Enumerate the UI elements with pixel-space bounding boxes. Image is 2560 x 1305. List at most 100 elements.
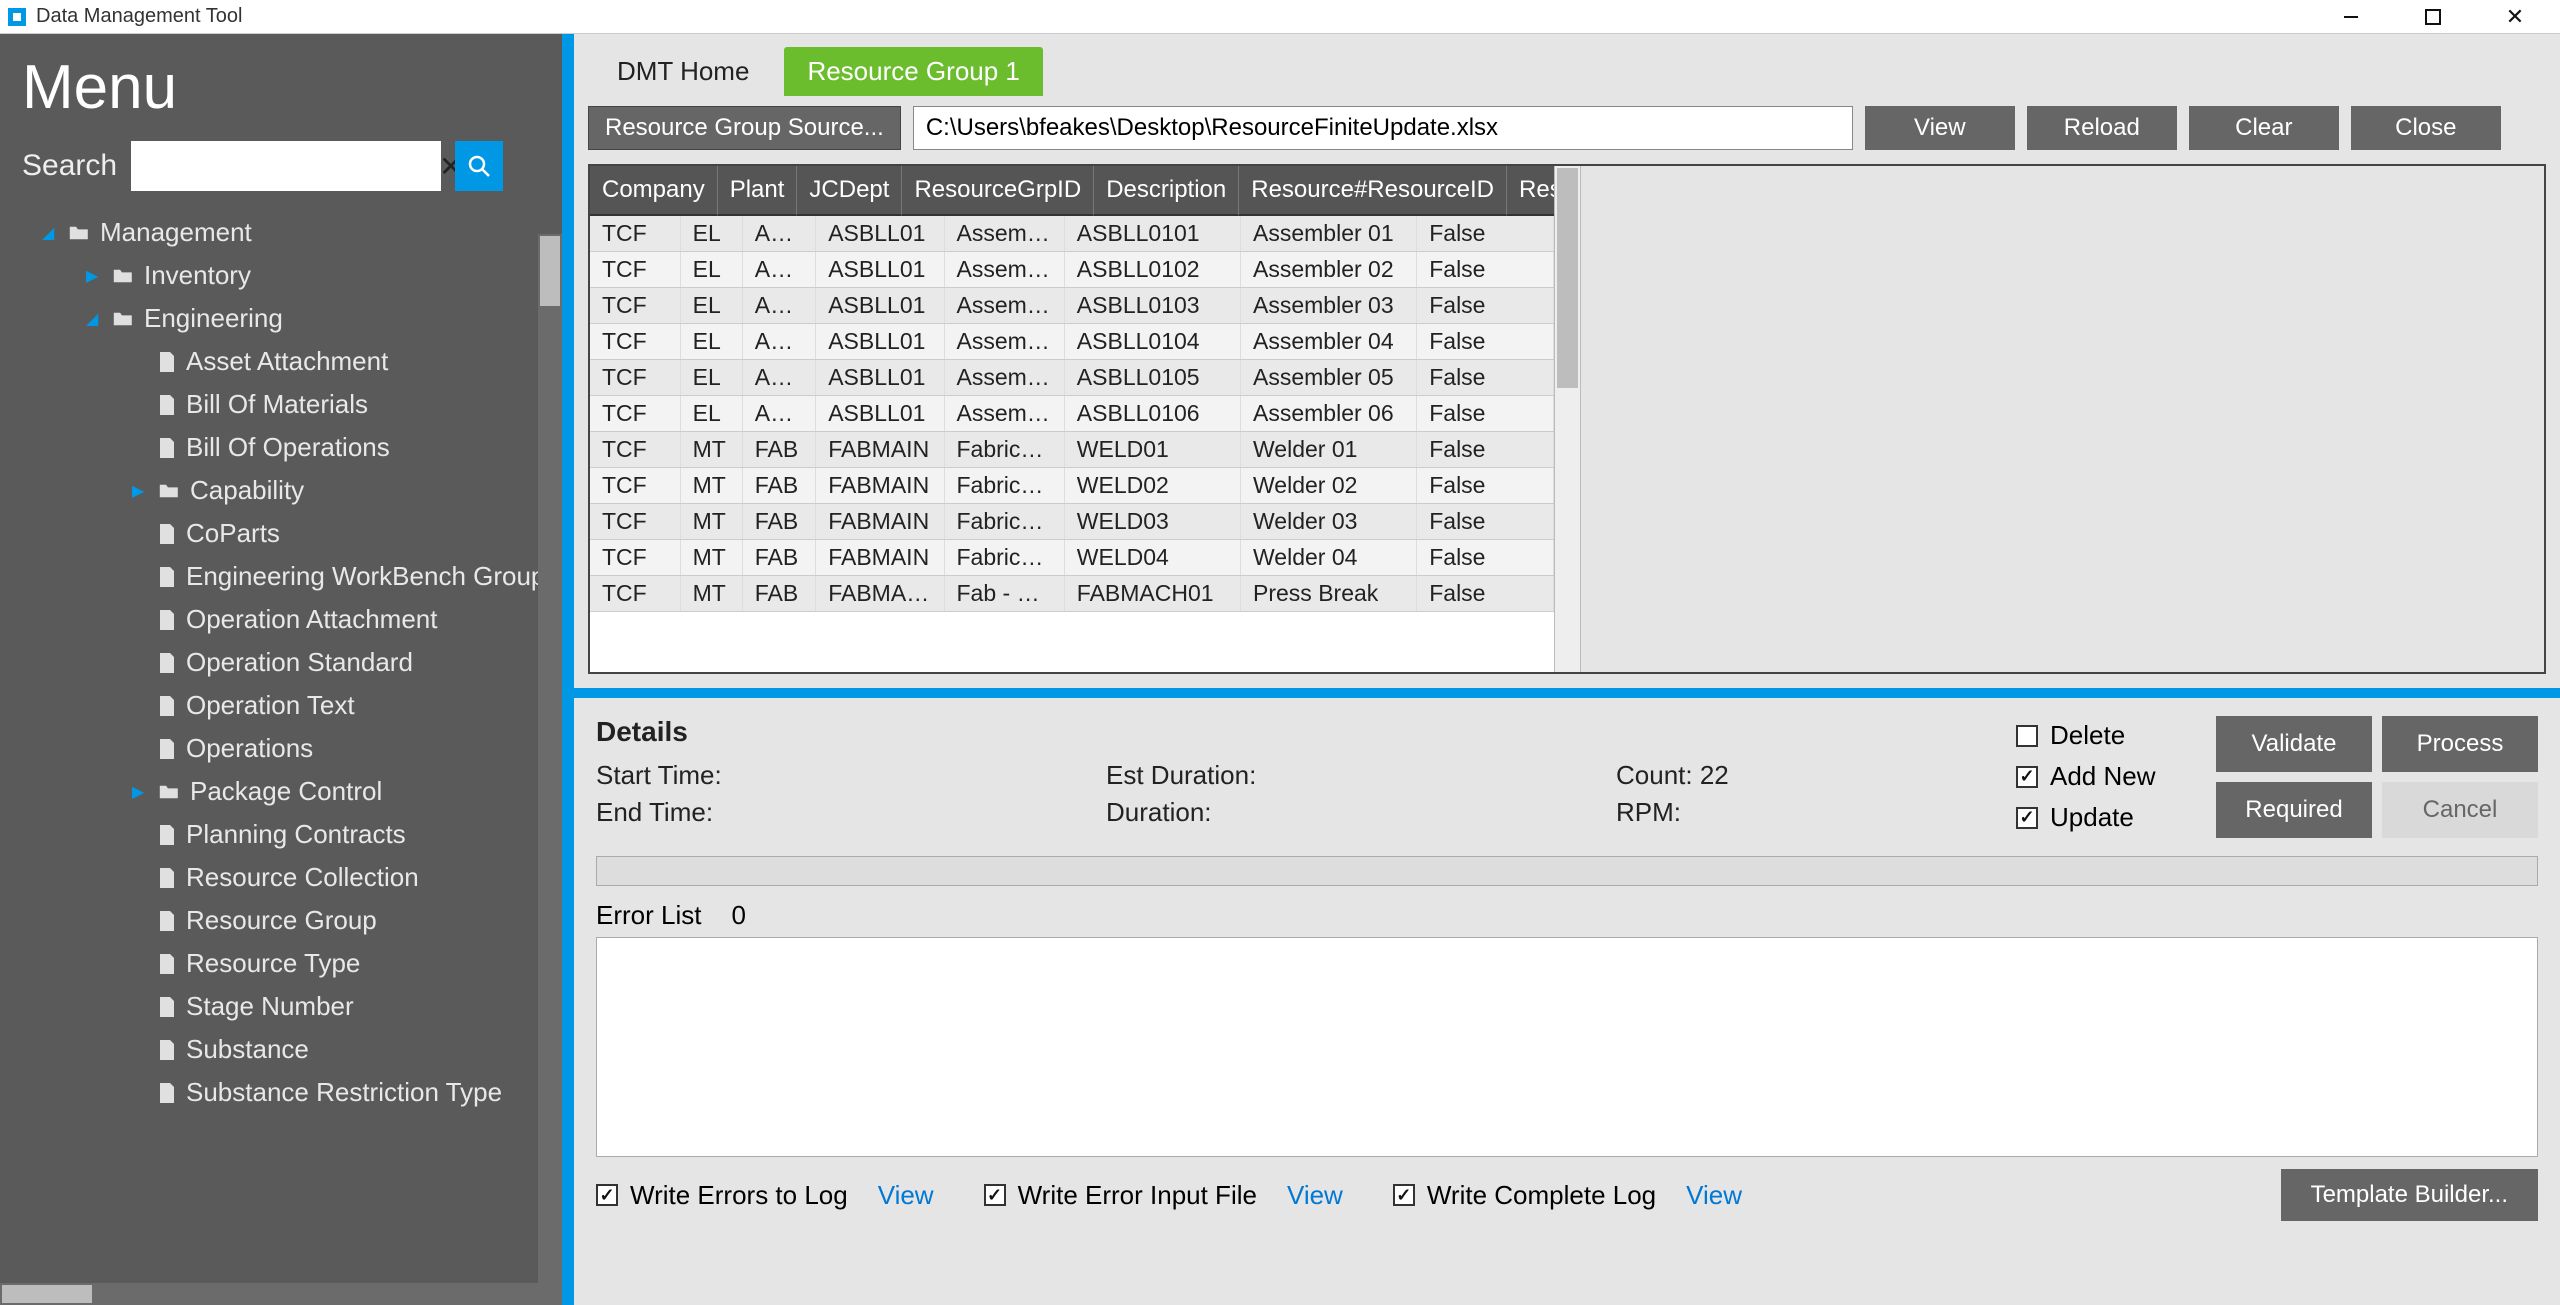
app-icon [8,8,26,26]
sidebar-vertical-scrollbar[interactable] [538,234,562,1285]
cell: TCF [590,540,681,575]
document-icon [158,652,176,674]
cell: TCF [590,468,681,503]
close-window-button[interactable]: ✕ [2492,1,2538,33]
tree-inventory[interactable]: ▶Inventory [24,254,562,297]
footer-bar: Write Errors to Log View Write Error Inp… [574,1157,2560,1233]
close-button[interactable]: Close [2351,106,2501,150]
search-box: ✕ [131,141,441,191]
table-row[interactable]: TCFELASSYASBLL01Assembly Line 01ASBLL010… [590,252,1554,288]
tree-item-operation-text[interactable]: ▶Operation Text [24,684,562,727]
cell: Fab - Machining [945,576,1065,611]
tree-item-operation-attachment[interactable]: ▶Operation Attachment [24,598,562,641]
sidebar-horizontal-scrollbar[interactable] [0,1283,562,1305]
tree-item-label: Operation Attachment [186,604,437,635]
tree-item-package-control[interactable]: ▶Package Control [24,770,562,813]
tree-item-planning-contracts[interactable]: ▶Planning Contracts [24,813,562,856]
write-error-input-checkbox[interactable]: Write Error Input File View [984,1180,1343,1211]
write-errors-checkbox[interactable]: Write Errors to Log View [596,1180,934,1211]
start-time-label: Start Time: [596,760,1066,791]
process-button[interactable]: Process [2382,716,2538,772]
table-row[interactable]: TCFMTFABFABMACHFab - MachiningFABMACH01P… [590,576,1554,612]
table-row[interactable]: TCFELASSYASBLL01Assembly Line 01ASBLL010… [590,324,1554,360]
update-checkbox[interactable]: Update [2016,802,2216,833]
tree-item-bill-of-operations[interactable]: ▶Bill Of Operations [24,426,562,469]
tree-item-stage-number[interactable]: ▶Stage Number [24,985,562,1028]
cell: WELD03 [1065,504,1241,539]
view-button[interactable]: View [1865,106,2015,150]
tree-item-asset-attachment[interactable]: ▶Asset Attachment [24,340,562,383]
document-icon [158,609,176,631]
tree-item-substance-restriction-type[interactable]: ▶Substance Restriction Type [24,1071,562,1114]
column-header-resourcegrpid[interactable]: ResourceGrpID [902,166,1094,216]
cell: TCF [590,360,681,395]
write-complete-log-checkbox[interactable]: Write Complete Log View [1393,1180,1742,1211]
cell: False [1417,468,1553,503]
search-button[interactable] [455,141,503,191]
cell: ASBLL0102 [1065,252,1241,287]
cell: ASBLL0101 [1065,216,1241,251]
required-button[interactable]: Required [2216,782,2372,838]
reload-button[interactable]: Reload [2027,106,2177,150]
view-error-input-link[interactable]: View [1287,1180,1343,1211]
document-icon [158,1082,176,1104]
clear-button[interactable]: Clear [2189,106,2339,150]
delete-checkbox[interactable]: Delete [2016,720,2216,751]
cell: ASSY [743,252,817,287]
template-builder-button[interactable]: Template Builder... [2281,1169,2538,1221]
tree-engineering[interactable]: ◢Engineering [24,297,562,340]
horizontal-divider[interactable] [574,688,2560,698]
tree-item-operation-standard[interactable]: ▶Operation Standard [24,641,562,684]
folder-icon [158,783,180,801]
search-input[interactable] [131,141,439,191]
view-complete-log-link[interactable]: View [1686,1180,1742,1211]
document-icon [158,738,176,760]
table-row[interactable]: TCFELASSYASBLL01Assembly Line 01ASBLL010… [590,288,1554,324]
tree-item-engineering-workbench-group[interactable]: ▶Engineering WorkBench Group [24,555,562,598]
maximize-button[interactable] [2410,1,2456,33]
document-icon [158,1039,176,1061]
search-icon [467,154,491,178]
column-header-resource-description[interactable]: Resource#Description [1507,166,1553,216]
cell: WELD02 [1065,468,1241,503]
source-path-field[interactable]: C:\Users\bfeakes\Desktop\ResourceFiniteU… [913,106,1853,150]
table-row[interactable]: TCFMTFABFABMAINFabricaion MainWELD03Weld… [590,504,1554,540]
grid-vertical-scrollbar[interactable] [1554,166,1580,672]
error-list-header: Error List 0 [574,886,2560,935]
validate-button[interactable]: Validate [2216,716,2372,772]
tree-item-resource-group[interactable]: ▶Resource Group [24,899,562,942]
tree-item-resource-type[interactable]: ▶Resource Type [24,942,562,985]
tab-dmt-home[interactable]: DMT Home [594,47,772,96]
error-list-box[interactable] [596,937,2538,1157]
add-new-checkbox[interactable]: Add New [2016,761,2216,792]
tree-item-operations[interactable]: ▶Operations [24,727,562,770]
minimize-button[interactable] [2328,1,2374,33]
cell: FABMAIN [816,540,944,575]
table-row[interactable]: TCFMTFABFABMAINFabricaion MainWELD01Weld… [590,432,1554,468]
column-header-resource-resourceid[interactable]: Resource#ResourceID [1239,166,1507,216]
cell: Assembly Line 01 [945,324,1065,359]
cell: Welder 02 [1241,468,1417,503]
column-header-description[interactable]: Description [1094,166,1239,216]
tree-item-capability[interactable]: ▶Capability [24,469,562,512]
tree-item-resource-collection[interactable]: ▶Resource Collection [24,856,562,899]
tree-item-bill-of-materials[interactable]: ▶Bill Of Materials [24,383,562,426]
view-errors-link[interactable]: View [878,1180,934,1211]
tree-item-coparts[interactable]: ▶CoParts [24,512,562,555]
column-header-plant[interactable]: Plant [718,166,798,216]
table-row[interactable]: TCFELASSYASBLL01Assembly Line 01ASBLL010… [590,360,1554,396]
cell: Assembler 03 [1241,288,1417,323]
table-row[interactable]: TCFMTFABFABMAINFabricaion MainWELD04Weld… [590,540,1554,576]
table-row[interactable]: TCFELASBLASBLL01Assembly Line 01ASBLL010… [590,216,1554,252]
folder-icon [158,482,180,500]
vertical-divider[interactable] [562,34,574,1305]
tree-item-substance[interactable]: ▶Substance [24,1028,562,1071]
table-row[interactable]: TCFMTFABFABMAINFabricaion MainWELD02Weld… [590,468,1554,504]
column-header-company[interactable]: Company [590,166,718,216]
tree-management[interactable]: ◢Management [24,211,562,254]
cell: Assembly Line 01 [945,396,1065,431]
tab-resource-group-1[interactable]: Resource Group 1 [784,47,1042,96]
column-header-jcdept[interactable]: JCDept [797,166,902,216]
table-row[interactable]: TCFELASSYASBLL01Assembly Line 01ASBLL010… [590,396,1554,432]
source-file-button[interactable]: Resource Group Source... [588,106,901,150]
